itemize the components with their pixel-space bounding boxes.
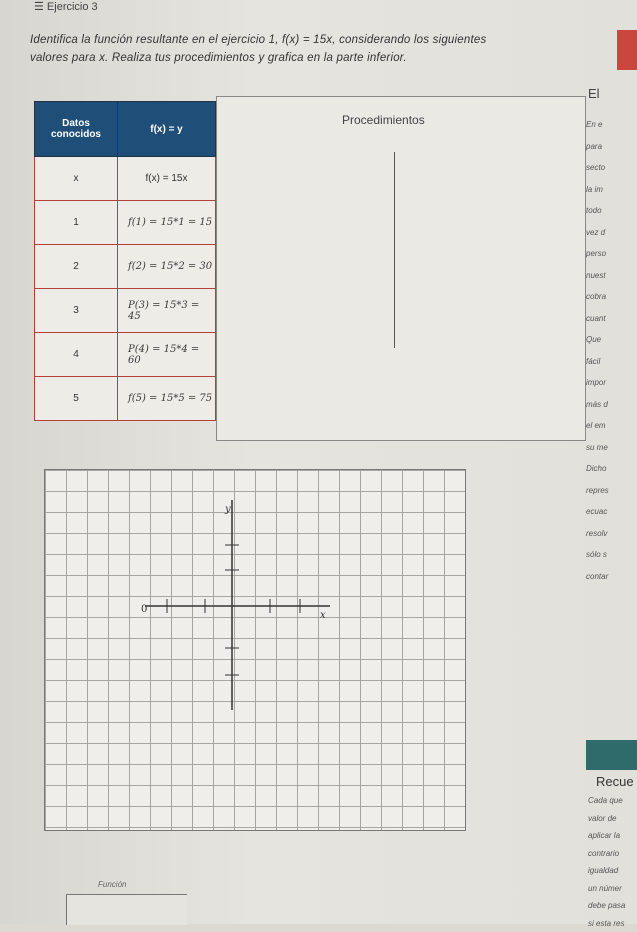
side-text-line: En e	[586, 114, 637, 136]
side-text-line: vez d	[586, 222, 637, 244]
exercise-heading: ☰ Ejercicio 3	[34, 0, 98, 13]
table-row: 1 f(1) = 15*1 = 15	[35, 201, 216, 245]
instruction-line-2: valores para x. Realiza tus procedimient…	[30, 52, 407, 64]
side-text-line: todo	[586, 200, 637, 222]
function-box	[66, 894, 187, 925]
side-text-column: En e para secto la im todo vez d perso n…	[586, 114, 637, 634]
graph-grid: y x 0	[44, 469, 466, 831]
table-cell-x: 4	[35, 333, 118, 377]
side-text-line: secto	[586, 157, 637, 179]
recuerda-line: aplicar la	[588, 827, 637, 845]
recuerda-line: Cada que	[588, 792, 637, 810]
function-label: Función	[98, 880, 126, 889]
table-cell-fx: P(3) = 15*3 = 45	[118, 289, 216, 333]
table-cell-x: x	[35, 157, 118, 201]
instruction-line-1: Identifica la función resultante en el e…	[30, 34, 486, 46]
side-text-line: contar	[586, 566, 637, 588]
table-header-fx: f(x) = y	[118, 102, 216, 157]
recuerda-text: Cada que valor de aplicar la contrario i…	[588, 792, 637, 932]
menu-icon: ☰	[34, 1, 47, 13]
side-text-line: para	[586, 136, 637, 158]
table-cell-fx: P(4) = 15*4 = 60	[118, 333, 216, 377]
table-cell-x: 1	[35, 201, 118, 245]
table-cell-x: 2	[35, 245, 118, 289]
graph-axes: y x 0	[45, 470, 465, 830]
table-cell-x: 5	[35, 377, 118, 421]
procedures-title: Procedimientos	[342, 113, 425, 127]
side-heading: El	[588, 86, 600, 101]
table-header-known-data: Datos conocidos	[35, 102, 118, 157]
table-cell-fx: f(2) = 15*2 = 30	[118, 245, 216, 289]
side-text-line: el em	[586, 415, 637, 437]
recuerda-band	[586, 740, 637, 770]
origin-label: 0	[141, 604, 147, 615]
side-text-line: impor	[586, 372, 637, 394]
side-text-line: Que	[586, 329, 637, 351]
table-row: 3 P(3) = 15*3 = 45	[35, 289, 216, 333]
recuerda-line: un númer	[588, 880, 637, 898]
side-text-line: perso	[586, 243, 637, 265]
side-text-line: cuant	[586, 308, 637, 330]
side-text-line: sólo s	[586, 544, 637, 566]
worksheet-page: ☰ Ejercicio 3 Identifica la función resu…	[0, 0, 637, 924]
table-cell-fx: f(x) = 15x	[118, 157, 216, 201]
recuerda-line: si esta res	[588, 915, 637, 932]
table-cell-fx: f(1) = 15*1 = 15	[118, 201, 216, 245]
side-text-line: Dicho	[586, 458, 637, 480]
x-axis-label: x	[320, 610, 326, 621]
table-row: 5 f(5) = 15*5 = 75	[35, 377, 216, 421]
side-text-line: nuest	[586, 265, 637, 287]
side-text-line: repres	[586, 480, 637, 502]
recuerda-line: contrario	[588, 845, 637, 863]
table-row: 2 f(2) = 15*2 = 30	[35, 245, 216, 289]
side-text-line: ecuac	[586, 501, 637, 523]
table-cell-fx: f(5) = 15*5 = 75	[118, 377, 216, 421]
table-row: 4 P(4) = 15*4 = 60	[35, 333, 216, 377]
side-text-line: resolv	[586, 523, 637, 545]
y-axis-label: y	[224, 504, 231, 515]
table-cell-x: 3	[35, 289, 118, 333]
side-text-line: su me	[586, 437, 637, 459]
table-row: x f(x) = 15x	[35, 157, 216, 201]
recuerda-line: debe pasa	[588, 897, 637, 915]
values-table: Datos conocidos f(x) = y x f(x) = 15x 1 …	[34, 101, 216, 421]
side-text-line: la im	[586, 179, 637, 201]
recuerda-line: igualdad	[588, 862, 637, 880]
recuerda-title: Recue	[596, 774, 634, 789]
procedures-divider	[394, 152, 395, 348]
recuerda-line: valor de	[588, 810, 637, 828]
corner-marker	[617, 30, 637, 70]
side-text-line: fácil	[586, 351, 637, 373]
side-text-line: más d	[586, 394, 637, 416]
side-text-line: cobra	[586, 286, 637, 308]
procedures-box	[216, 96, 586, 441]
